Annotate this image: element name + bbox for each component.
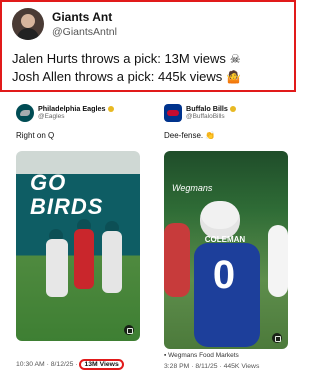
eagles-views-count: 13M Views xyxy=(79,359,124,370)
sponsor-icon: ▪ xyxy=(164,352,167,359)
bills-media[interactable]: Wegmans COLEMAN 0 xyxy=(164,151,288,349)
bills-meta: 3:28 PM · 8/11/25 · 445K Views xyxy=(164,363,259,370)
eagles-meta: 10:30 AM · 8/12/25 · 13M Views xyxy=(16,359,124,370)
tweet-line-1-text: Jalen Hurts throws a pick: 13M views xyxy=(12,51,226,66)
skull-crossbones-icon: ☠ xyxy=(229,52,241,66)
media-expand-icon[interactable] xyxy=(124,325,134,335)
tweet-line-2: Josh Allen throws a pick: 445k views 🤷 xyxy=(12,69,241,84)
player-helmet xyxy=(200,201,240,239)
player-figure xyxy=(102,231,122,293)
bills-post-card[interactable]: Buffalo Bills @BuffaloBills Dee-fense. 👏… xyxy=(152,101,298,371)
quote-tweet-header: Giants Ant @GiantsAntnl Jalen Hurts thro… xyxy=(0,0,296,92)
quarterback-figure xyxy=(74,229,94,289)
eagles-post-card[interactable]: Philadelphia Eagles @Eagles Right on Q G… xyxy=(4,101,150,371)
sponsor-label: ▪ Wegmans Food Markets xyxy=(164,352,239,359)
player-figure xyxy=(46,239,68,297)
eagles-media[interactable]: GO BIRDS xyxy=(16,151,140,341)
tweet-line-1: Jalen Hurts throws a pick: 13M views ☠ xyxy=(12,51,241,66)
eagles-caption: Right on Q xyxy=(16,131,55,140)
avatar[interactable] xyxy=(12,8,44,40)
shrug-icon: 🤷 xyxy=(226,70,242,84)
bills-handle[interactable]: @BuffaloBills xyxy=(186,113,225,120)
verified-badge-icon xyxy=(229,106,236,113)
clapping-hands-icon: 👏 xyxy=(205,131,216,140)
wegmans-wordmark: Wegmans xyxy=(172,183,213,193)
media-expand-icon[interactable] xyxy=(272,333,282,343)
display-name[interactable]: Giants Ant xyxy=(52,10,112,24)
user-handle[interactable]: @GiantsAntnl xyxy=(52,26,117,38)
bills-caption: Dee-fense. 👏 xyxy=(164,131,216,140)
bills-account-name[interactable]: Buffalo Bills xyxy=(186,104,236,113)
player-number: 0 xyxy=(212,253,236,297)
player-figure xyxy=(268,225,288,297)
bills-timestamp: 3:28 PM · 8/11/25 · xyxy=(164,363,224,370)
verified-badge-icon xyxy=(107,106,114,113)
tweet-line-2-text: Josh Allen throws a pick: 445k views xyxy=(12,69,223,84)
eagles-handle[interactable]: @Eagles xyxy=(38,113,64,120)
bills-logo-icon[interactable] xyxy=(164,104,182,122)
player-name: COLEMAN xyxy=(204,235,246,244)
eagles-account-name[interactable]: Philadelphia Eagles xyxy=(38,104,114,113)
player-figure xyxy=(164,223,190,297)
eagles-timestamp: 10:30 AM · 8/12/25 · xyxy=(16,361,80,368)
eagles-logo-icon[interactable] xyxy=(16,104,34,122)
go-birds-banner: GO BIRDS xyxy=(30,170,104,219)
bills-views-count: 445K Views xyxy=(223,363,260,370)
